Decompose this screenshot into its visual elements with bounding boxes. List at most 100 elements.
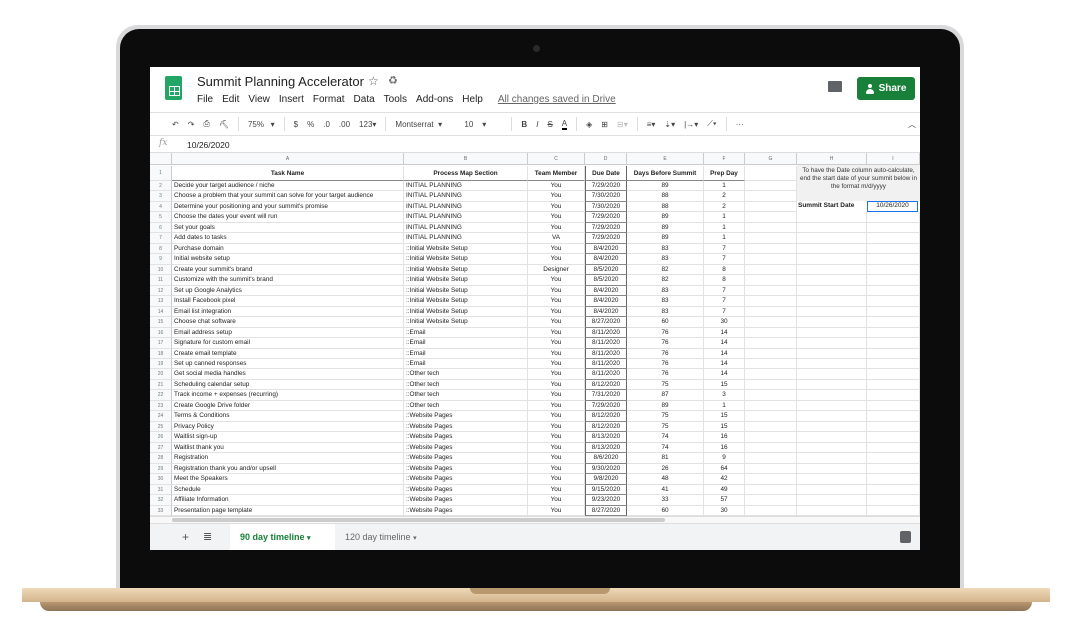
cell-team-member[interactable]: You <box>528 421 585 433</box>
cell[interactable] <box>797 275 867 286</box>
menu-format[interactable]: Format <box>313 94 345 105</box>
cell-due-date[interactable]: 7/31/2020 <box>585 390 627 401</box>
formula-input[interactable]: 10/26/2020 <box>187 140 230 150</box>
row-number[interactable]: 24 <box>150 411 172 422</box>
cell-process-section[interactable]: INITIAL PLANNING <box>404 212 528 223</box>
cell-process-section[interactable]: ::Website Pages <box>404 453 528 464</box>
cell[interactable] <box>867 442 920 454</box>
undo-icon[interactable]: ↶ <box>172 120 179 129</box>
cell[interactable] <box>797 411 867 422</box>
tab-120-day-timeline[interactable]: 120 day timeline ▾ <box>335 524 440 550</box>
cell-team-member[interactable]: You <box>528 243 585 255</box>
cell-process-section[interactable]: ::Other tech <box>404 390 528 401</box>
cell[interactable] <box>745 474 797 485</box>
cell-days-before[interactable]: 26 <box>627 463 704 475</box>
cell[interactable] <box>745 166 797 181</box>
menu-view[interactable]: View <box>248 94 270 105</box>
cell-prep-day[interactable]: 1 <box>704 233 745 244</box>
cell-process-section[interactable]: ::Website Pages <box>404 495 528 506</box>
row-number[interactable]: 16 <box>150 327 172 339</box>
cell-task-name[interactable]: Affiliate Information <box>172 495 404 506</box>
cell[interactable] <box>745 411 797 422</box>
cell-task-name[interactable]: Choose a problem that your summit can so… <box>172 191 404 202</box>
cell-prep-day[interactable]: 7 <box>704 285 745 297</box>
cell-due-date[interactable]: 8/12/2020 <box>585 421 627 433</box>
column-header-a[interactable]: A <box>172 153 404 165</box>
cell-days-before[interactable]: 83 <box>627 296 704 307</box>
text-rotation-icon[interactable]: ⟋▾ <box>707 119 717 129</box>
cell-team-member[interactable]: You <box>528 400 585 412</box>
cell[interactable] <box>745 201 797 213</box>
cell[interactable] <box>867 358 920 370</box>
cell-days-before[interactable]: 75 <box>627 379 704 391</box>
cell[interactable] <box>797 505 867 517</box>
cell[interactable] <box>745 243 797 255</box>
cell[interactable] <box>867 212 920 223</box>
cell-due-date[interactable]: 9/23/2020 <box>585 495 627 506</box>
cell[interactable] <box>797 327 867 339</box>
cell-due-date[interactable]: 8/12/2020 <box>585 411 627 422</box>
column-header-h[interactable]: H <box>797 153 867 165</box>
cell-task-name[interactable]: Waitlist thank you <box>172 442 404 454</box>
cell[interactable] <box>867 484 920 496</box>
chevron-down-icon[interactable]: ▾ <box>307 535 311 542</box>
row-number[interactable]: 7 <box>150 233 172 244</box>
cell[interactable] <box>797 484 867 496</box>
cell-process-section[interactable]: ::Website Pages <box>404 463 528 475</box>
cell-task-name[interactable]: Choose the dates your event will run <box>172 212 404 223</box>
cell-due-date[interactable]: 7/29/2020 <box>585 233 627 244</box>
cell-days-before[interactable]: 60 <box>627 505 704 517</box>
cell-days-before[interactable]: 74 <box>627 442 704 454</box>
horizontal-scrollbar[interactable] <box>150 516 920 523</box>
cell[interactable] <box>797 463 867 475</box>
cell-prep-day[interactable]: 16 <box>704 442 745 454</box>
cell-days-before[interactable]: 60 <box>627 317 704 328</box>
text-color-button[interactable]: A <box>561 119 568 130</box>
cell-process-section[interactable]: INITIAL PLANNING <box>404 233 528 244</box>
cell[interactable] <box>867 505 920 517</box>
cell-task-name[interactable]: Email address setup <box>172 327 404 339</box>
cell[interactable] <box>745 275 797 286</box>
borders-icon[interactable]: ⊞ <box>601 120 608 129</box>
menu-data[interactable]: Data <box>354 94 375 105</box>
cell-days-before[interactable]: 41 <box>627 484 704 496</box>
cell-process-section[interactable]: ::Website Pages <box>404 484 528 496</box>
vertical-align-icon[interactable]: ⇣▾ <box>664 120 675 129</box>
cell-due-date[interactable]: 9/8/2020 <box>585 474 627 485</box>
sheets-logo-icon[interactable] <box>165 76 182 100</box>
cell-process-section[interactable]: ::Website Pages <box>404 421 528 433</box>
cell-prep-day[interactable]: 15 <box>704 421 745 433</box>
cell-due-date[interactable]: 8/4/2020 <box>585 285 627 297</box>
cell-task-name[interactable]: Initial website setup <box>172 254 404 265</box>
cell-team-member[interactable]: You <box>528 379 585 391</box>
cell-due-date[interactable]: 8/13/2020 <box>585 442 627 454</box>
row-number[interactable]: 23 <box>150 400 172 412</box>
cell[interactable] <box>745 369 797 380</box>
cell-days-before[interactable]: 76 <box>627 327 704 339</box>
cell-process-section[interactable]: ::Website Pages <box>404 432 528 443</box>
cell-process-section[interactable]: ::Initial Website Setup <box>404 296 528 307</box>
cell-days-before[interactable]: 83 <box>627 243 704 255</box>
cell-team-member[interactable]: You <box>528 369 585 380</box>
cell[interactable] <box>867 243 920 255</box>
cell-team-member[interactable]: You <box>528 474 585 485</box>
row-number[interactable]: 32 <box>150 495 172 506</box>
row-number[interactable]: 12 <box>150 285 172 297</box>
cell-process-section[interactable]: ::Initial Website Setup <box>404 254 528 265</box>
column-header-g[interactable]: G <box>745 153 797 165</box>
print-icon[interactable]: ⎙ <box>203 119 209 129</box>
cell-process-section[interactable]: ::Website Pages <box>404 411 528 422</box>
cell-team-member[interactable]: You <box>528 317 585 328</box>
select-all-corner[interactable] <box>150 153 172 165</box>
cell-due-date[interactable]: 8/13/2020 <box>585 432 627 443</box>
cell[interactable] <box>867 369 920 380</box>
cell-team-member[interactable]: You <box>528 495 585 506</box>
cell-team-member[interactable]: You <box>528 327 585 339</box>
increase-decimal-button[interactable]: .00 <box>339 120 350 129</box>
cell[interactable] <box>797 296 867 307</box>
cell-days-before[interactable]: 89 <box>627 233 704 244</box>
row-number[interactable]: 27 <box>150 442 172 454</box>
cell-task-name[interactable]: Privacy Policy <box>172 421 404 433</box>
cell-days-before[interactable]: 76 <box>627 358 704 370</box>
cell-task-name[interactable]: Create your summit's brand <box>172 264 404 276</box>
